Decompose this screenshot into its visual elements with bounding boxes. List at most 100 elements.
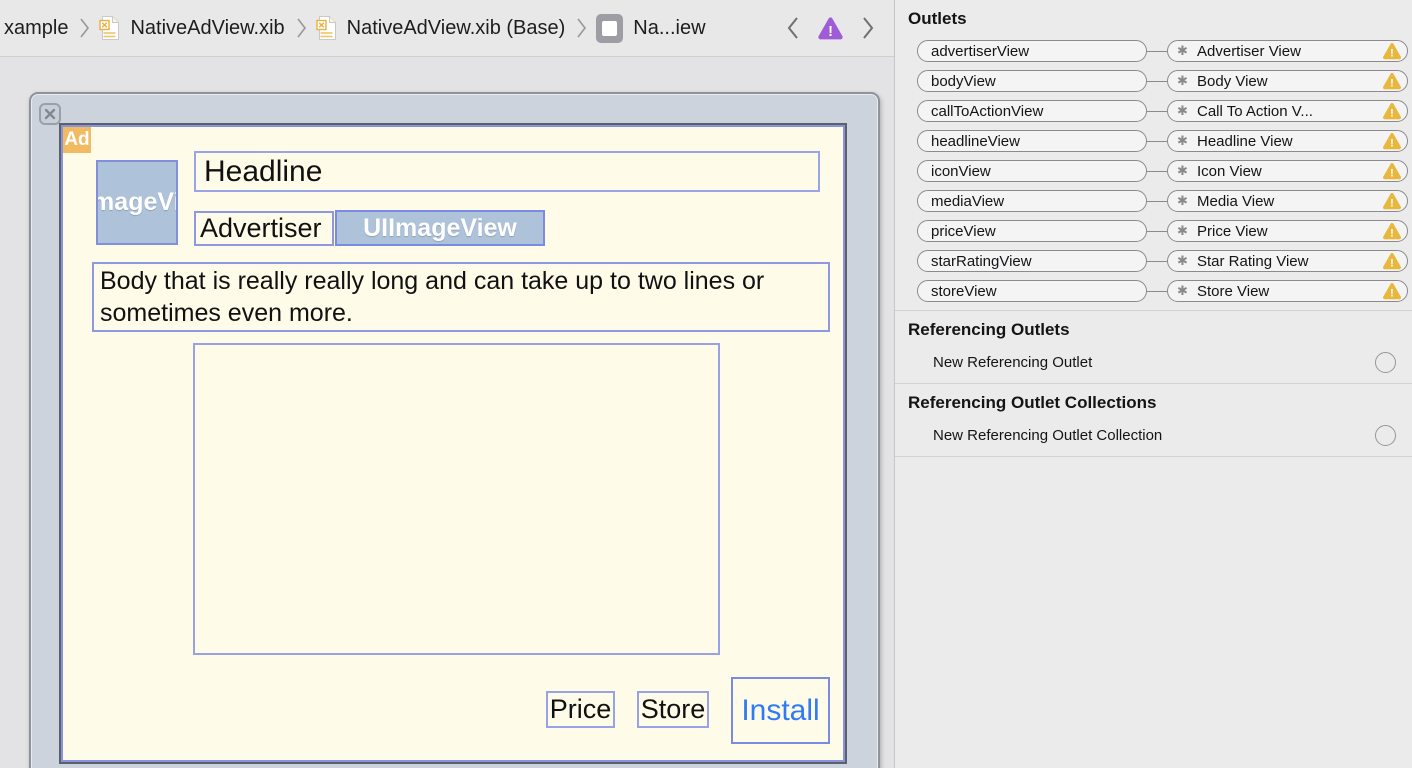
outlet-name: storeView: [931, 282, 997, 300]
breadcrumb-item[interactable]: xample: [4, 17, 68, 40]
xcode-interface-builder: xample NativeAdView.xib NativeAdView.xib (…: [0, 0, 1412, 768]
connection-line: [1147, 80, 1167, 82]
outlet-connection-row: mediaView ✱ Media View!: [917, 190, 1412, 212]
svg-text:!: !: [1390, 198, 1394, 210]
back-chevron-icon[interactable]: [786, 15, 799, 41]
referencing-outlets-title: Referencing Outlets: [908, 320, 1070, 339]
advertiser-label[interactable]: Advertiser: [194, 211, 334, 246]
outlet-connection-row: headlineView ✱ Headline View!: [917, 130, 1412, 152]
headline-label[interactable]: Headline: [194, 151, 820, 192]
outlet-target: Media View: [1197, 192, 1275, 210]
svg-text:!: !: [1390, 228, 1394, 240]
outlet-target-pill[interactable]: ✱ Media View!: [1167, 190, 1408, 212]
outlet-name-pill[interactable]: starRatingView: [917, 250, 1147, 272]
outlet-name-pill[interactable]: mediaView: [917, 190, 1147, 212]
connection-anchor-icon: ✱: [1177, 43, 1188, 58]
xib-file-icon: [315, 15, 337, 41]
warning-icon: !: [1382, 162, 1402, 180]
outlet-name: iconView: [931, 162, 991, 180]
outlet-name-pill[interactable]: headlineView: [917, 130, 1147, 152]
connection-well-icon[interactable]: [1375, 425, 1396, 446]
connection-well-icon[interactable]: [1375, 352, 1396, 373]
svg-text:!: !: [1390, 258, 1394, 270]
breadcrumb-item[interactable]: NativeAdView.xib (Base): [347, 17, 566, 40]
warning-icon: !: [1382, 222, 1402, 240]
outlet-target: Call To Action V...: [1197, 102, 1313, 120]
outlet-name-pill[interactable]: priceView: [917, 220, 1147, 242]
new-referencing-outlet-collection-label: New Referencing Outlet Collection: [933, 427, 1163, 444]
section-divider: [895, 456, 1412, 457]
outlet-target-pill[interactable]: ✱ Price View!: [1167, 220, 1408, 242]
outlet-connection-row: callToActionView ✱ Call To Action V...!: [917, 100, 1412, 122]
connection-line: [1147, 230, 1167, 232]
price-label[interactable]: Price: [546, 691, 615, 728]
warning-icon: !: [1382, 282, 1402, 300]
outlet-target-pill[interactable]: ✱ Advertiser View!: [1167, 40, 1408, 62]
outlets-list: advertiserView ✱ Advertiser View! bodyView ✱…: [895, 40, 1412, 302]
outlet-target-pill[interactable]: ✱ Star Rating View!: [1167, 250, 1408, 272]
warning-icon: !: [1382, 102, 1402, 120]
star-rating-image-view[interactable]: UIImageView: [335, 210, 545, 246]
forward-chevron-icon[interactable]: [862, 15, 875, 41]
outlet-name-pill[interactable]: bodyView: [917, 70, 1147, 92]
outlet-name: advertiserView: [931, 42, 1030, 60]
breadcrumb-item[interactable]: Na...iew: [633, 17, 705, 40]
xib-design-window: Ad UIImageView Headline Advertiser UIIma…: [29, 92, 880, 768]
outlet-connection-row: iconView ✱ Icon View!: [917, 160, 1412, 182]
svg-text:!: !: [1390, 168, 1394, 180]
outlet-target-pill[interactable]: ✱ Icon View!: [1167, 160, 1408, 182]
outlet-connection-row: bodyView ✱ Body View!: [917, 70, 1412, 92]
referencing-outlet-collections-title: Referencing Outlet Collections: [908, 393, 1157, 412]
outlet-target-pill[interactable]: ✱ Body View!: [1167, 70, 1408, 92]
ad-attribution-badge[interactable]: Ad: [63, 127, 91, 153]
outlet-target-pill[interactable]: ✱ Call To Action V...!: [1167, 100, 1408, 122]
connection-anchor-icon: ✱: [1177, 163, 1188, 178]
svg-text:!: !: [828, 23, 833, 39]
svg-text:!: !: [1390, 48, 1394, 60]
store-label[interactable]: Store: [637, 691, 709, 728]
outlet-name: headlineView: [931, 132, 1020, 150]
warning-icon: !: [1382, 42, 1402, 60]
warning-icon: !: [1382, 252, 1402, 270]
body-label[interactable]: Body that is really really long and can …: [92, 262, 830, 332]
connection-line: [1147, 110, 1167, 112]
outlet-name-pill[interactable]: storeView: [917, 280, 1147, 302]
connection-line: [1147, 290, 1167, 292]
outlet-target: Body View: [1197, 72, 1268, 90]
svg-text:!: !: [1390, 108, 1394, 120]
warning-issue-icon[interactable]: !: [817, 16, 844, 41]
breadcrumb: xample NativeAdView.xib NativeAdView.xib (…: [0, 0, 894, 57]
xib-file-icon: [99, 15, 120, 41]
new-referencing-outlet-row: New Referencing Outlet: [933, 352, 1396, 373]
outlet-connection-row: priceView ✱ Price View!: [917, 220, 1412, 242]
close-view-button[interactable]: [39, 103, 61, 125]
outlet-name-pill[interactable]: advertiserView: [917, 40, 1147, 62]
outlet-target: Store View: [1197, 282, 1270, 300]
outlet-name-pill[interactable]: callToActionView: [917, 100, 1147, 122]
outlet-target: Advertiser View: [1197, 42, 1301, 60]
connection-line: [1147, 50, 1167, 52]
connection-anchor-icon: ✱: [1177, 73, 1188, 88]
outlet-name: starRatingView: [931, 252, 1032, 270]
call-to-action-button[interactable]: Install: [731, 677, 830, 744]
outlet-target-pill[interactable]: ✱ Headline View!: [1167, 130, 1408, 152]
connection-line: [1147, 140, 1167, 142]
breadcrumb-separator-icon: [296, 16, 307, 40]
connection-anchor-icon: ✱: [1177, 133, 1188, 148]
issue-navigator-group: !: [779, 15, 894, 41]
native-ad-view-canvas[interactable]: Ad UIImageView Headline Advertiser UIIma…: [59, 123, 847, 764]
media-view[interactable]: [193, 343, 720, 655]
svg-text:!: !: [1390, 138, 1394, 150]
breadcrumb-separator-icon: [79, 16, 90, 40]
outlet-connection-row: storeView ✱ Store View!: [917, 280, 1412, 302]
connection-line: [1147, 200, 1167, 202]
outlet-connection-row: starRatingView ✱ Star Rating View!: [917, 250, 1412, 272]
icon-image-view[interactable]: UIImageView: [96, 160, 178, 245]
svg-text:!: !: [1390, 288, 1394, 300]
outlet-connection-row: advertiserView ✱ Advertiser View!: [917, 40, 1412, 62]
connection-anchor-icon: ✱: [1177, 223, 1188, 238]
outlet-target-pill[interactable]: ✱ Store View!: [1167, 280, 1408, 302]
outlet-name-pill[interactable]: iconView: [917, 160, 1147, 182]
warning-icon: !: [1382, 72, 1402, 90]
breadcrumb-item[interactable]: NativeAdView.xib: [130, 17, 284, 40]
